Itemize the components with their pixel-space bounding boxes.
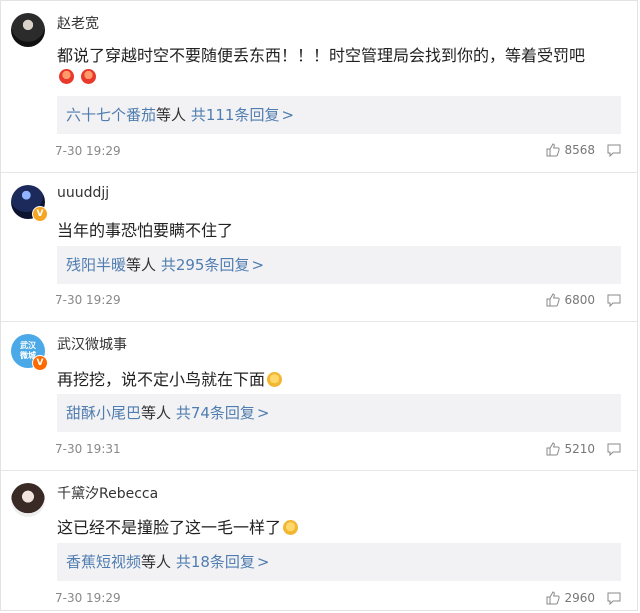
like-area[interactable]: 5210: [546, 442, 621, 456]
like-area[interactable]: 8568: [546, 143, 621, 157]
chevron-right-icon: >: [281, 106, 295, 124]
comment-item: 武汉 微城 V 武汉微城事 再挖挖，说不定小鸟就在下面 甜酥小尾巴等人 共74条…: [1, 322, 637, 471]
username[interactable]: uuuddjj: [57, 185, 109, 201]
like-area[interactable]: 2960: [546, 591, 621, 605]
reply-summary[interactable]: 甜酥小尾巴等人 共74条回复 >: [57, 394, 621, 432]
laughing-face-icon: [283, 520, 299, 535]
timestamp: 7-30 19:29: [55, 591, 121, 605]
verified-badge-icon: V: [32, 206, 48, 222]
laughing-face-icon: [267, 372, 283, 387]
avatar[interactable]: [11, 483, 45, 517]
comment-bubble-icon[interactable]: [607, 443, 621, 456]
comment-text: 这已经不是撞脸了这一毛一样了: [57, 514, 299, 538]
comment-item: 赵老宽 都说了穿越时空不要随便丢东西！！！时空管理局会找到你的，等着受罚吧 六十…: [1, 1, 637, 173]
chevron-right-icon: >: [251, 256, 265, 274]
like-area[interactable]: 6800: [546, 293, 621, 307]
username[interactable]: 赵老宽: [57, 13, 99, 33]
comment-bubble-icon[interactable]: [607, 144, 621, 157]
avatar-text: 武汉: [20, 341, 36, 350]
thumbs-up-icon[interactable]: [546, 143, 561, 157]
reply-summary[interactable]: 香蕉短视频等人 共18条回复 >: [57, 543, 621, 581]
thumbs-up-icon[interactable]: [546, 591, 561, 605]
chevron-right-icon: >: [256, 553, 270, 571]
reply-summary[interactable]: 六十七个番茄等人 共111条回复 >: [57, 96, 621, 134]
comment-text: 都说了穿越时空不要随便丢东西！！！时空管理局会找到你的，等着受罚吧: [57, 46, 586, 65]
angry-face-icon: [81, 69, 97, 84]
reply-summary[interactable]: 残阳半暖等人 共295条回复 >: [57, 246, 621, 284]
angry-face-icon: [59, 69, 74, 84]
comment-item: V uuuddjj 当年的事恐怕要瞒不住了 残阳半暖等人 共295条回复 > 7-…: [1, 173, 637, 322]
avatar[interactable]: [11, 13, 45, 47]
like-count: 8568: [564, 143, 595, 157]
comment-text: 再挖挖，说不定小鸟就在下面: [57, 366, 283, 390]
like-count: 2960: [564, 591, 595, 605]
emoji-row: [57, 67, 97, 86]
like-count: 5210: [564, 442, 595, 456]
timestamp: 7-30 19:29: [55, 293, 121, 307]
comment-item: 千黛汐Rebecca 这已经不是撞脸了这一毛一样了 香蕉短视频等人 共18条回复…: [1, 471, 637, 612]
verified-badge-icon: V: [32, 355, 48, 371]
comment-text: 当年的事恐怕要瞒不住了: [57, 221, 234, 240]
username[interactable]: 千黛汐Rebecca: [57, 483, 158, 503]
comment-bubble-icon[interactable]: [607, 294, 621, 307]
comment-list: 赵老宽 都说了穿越时空不要随便丢东西！！！时空管理局会找到你的，等着受罚吧 六十…: [0, 0, 638, 611]
timestamp: 7-30 19:31: [55, 442, 121, 456]
timestamp: 7-30 19:29: [55, 144, 121, 158]
like-count: 6800: [564, 293, 595, 307]
chevron-right-icon: >: [256, 404, 270, 422]
thumbs-up-icon[interactable]: [546, 293, 561, 307]
comment-bubble-icon[interactable]: [607, 592, 621, 605]
username[interactable]: 武汉微城事: [57, 334, 127, 354]
thumbs-up-icon[interactable]: [546, 442, 561, 456]
